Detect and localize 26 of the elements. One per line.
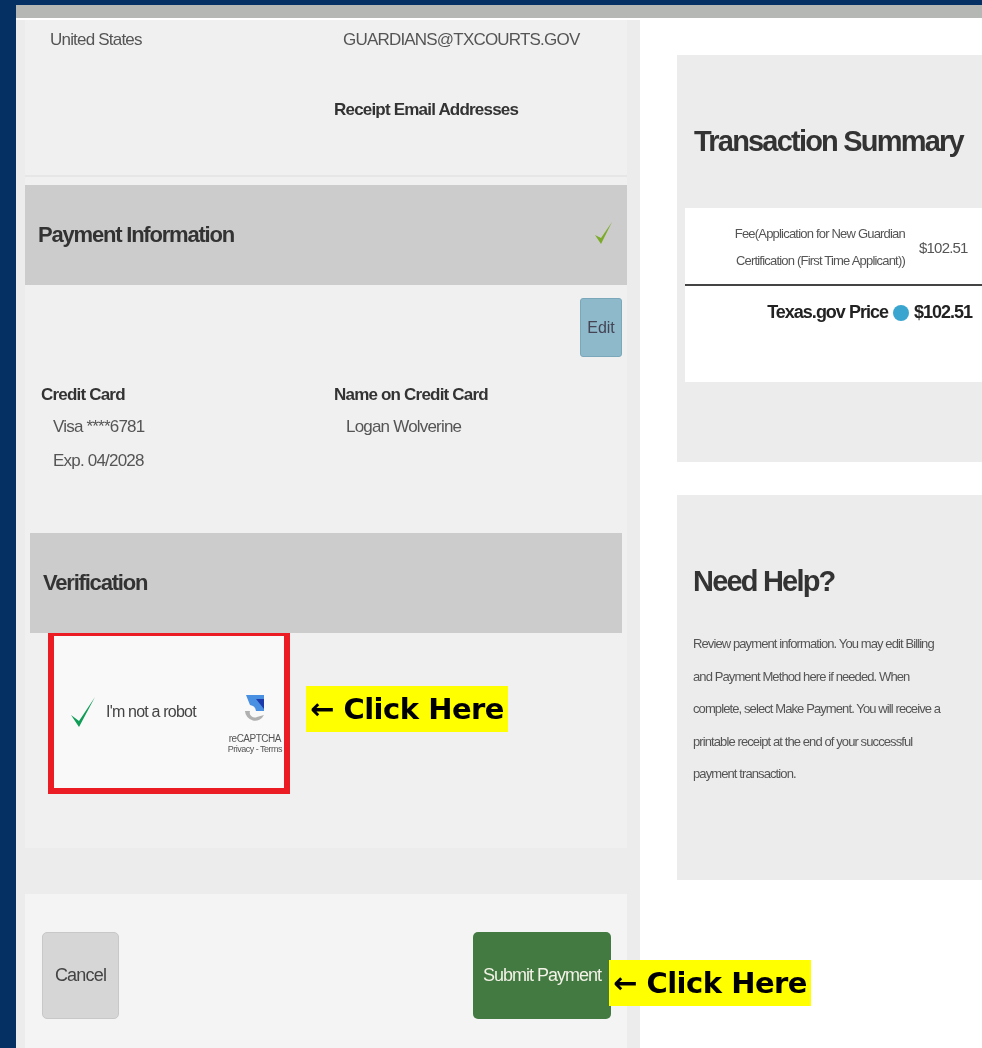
name-on-card-label: Name on Credit Card xyxy=(334,385,489,405)
receipt-email-label: Receipt Email Addresses xyxy=(334,100,519,120)
click-here-callout: ← Click Here xyxy=(609,960,812,1006)
edit-button[interactable]: Edit xyxy=(580,298,622,357)
cardholder-name-text: Logan Wolverine xyxy=(346,417,463,437)
payment-information-title: Payment Information xyxy=(38,222,234,248)
email-text: GUARDIANS@TXCOURTS.GOV xyxy=(343,30,580,50)
fee-description: Fee(Application for New Guardian Certification (First Time Applicant)) xyxy=(733,225,905,270)
cancel-button[interactable]: Cancel xyxy=(42,932,119,1019)
recaptcha-text: reCAPTCHA xyxy=(228,732,281,744)
need-help-title: Need Help? xyxy=(693,565,836,598)
price-label: Texas.gov Price xyxy=(767,302,888,323)
click-here-callout: ← Click Here xyxy=(306,686,509,732)
fee-amount: $102.51 xyxy=(919,238,968,256)
expiry-text: Exp. 04/2028 xyxy=(53,451,145,471)
submit-payment-button[interactable]: Submit Payment xyxy=(473,932,611,1019)
captcha-label: I'm not a robot xyxy=(106,703,198,721)
transaction-summary-title: Transaction Summary xyxy=(694,125,965,158)
help-icon[interactable] xyxy=(892,304,909,321)
credit-card-label: Credit Card xyxy=(41,385,126,405)
country-text: United States xyxy=(50,30,142,50)
verification-title: Verification xyxy=(43,570,148,596)
privacy-terms-link[interactable]: Privacy - Terms xyxy=(227,743,282,754)
help-text: Review payment information. You may edit Billing and Payment Method here if needed. When complete, select Make Payment. You will receive a printable receipt at the end of your successful payment transaction. xyxy=(693,635,942,783)
card-number-text: Visa ****6781 xyxy=(53,417,146,437)
total-price: $102.51 xyxy=(913,302,972,323)
